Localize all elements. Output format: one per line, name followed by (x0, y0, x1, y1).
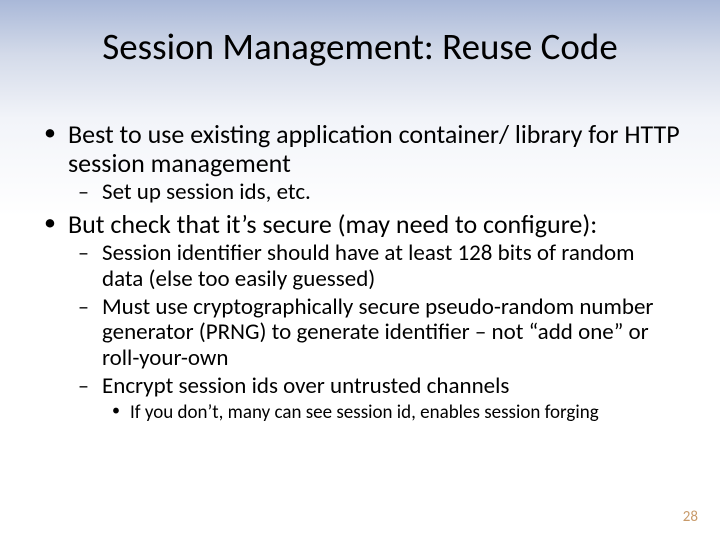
slide-body: Best to use existing application contain… (40, 120, 680, 427)
bullet-item: Best to use existing application contain… (40, 120, 680, 206)
slide: Session Management: Reuse Code Best to u… (0, 0, 720, 540)
bullet-text: Best to use existing application contain… (68, 118, 680, 179)
bullet-text: Must use cryptographically secure pseudo… (102, 293, 653, 373)
bullet-text: Encrypt session ids over untrusted chann… (102, 372, 509, 400)
bullet-text: Session identifier should have at least … (102, 239, 635, 293)
bullet-list: Best to use existing application contain… (40, 120, 680, 423)
bullet-item: If you don’t, many can see session id, e… (108, 402, 680, 424)
bullet-item: Session identifier should have at least … (74, 241, 680, 293)
page-number: 28 (683, 508, 698, 526)
bullet-text: But check that it’s secure (may need to … (68, 208, 597, 240)
bullet-text: If you don’t, many can see session id, e… (130, 401, 599, 424)
bullet-item: Set up session ids, etc. (74, 180, 680, 206)
bullet-item: Must use cryptographically secure pseudo… (74, 295, 680, 372)
bullet-list: If you don’t, many can see session id, e… (102, 402, 680, 424)
bullet-list: Session identifier should have at least … (68, 241, 680, 423)
bullet-list: Set up session ids, etc. (68, 180, 680, 206)
slide-title: Session Management: Reuse Code (0, 24, 720, 69)
bullet-text: Set up session ids, etc. (102, 178, 311, 206)
bullet-item: But check that it’s secure (may need to … (40, 210, 680, 423)
bullet-item: Encrypt session ids over untrusted chann… (74, 374, 680, 424)
